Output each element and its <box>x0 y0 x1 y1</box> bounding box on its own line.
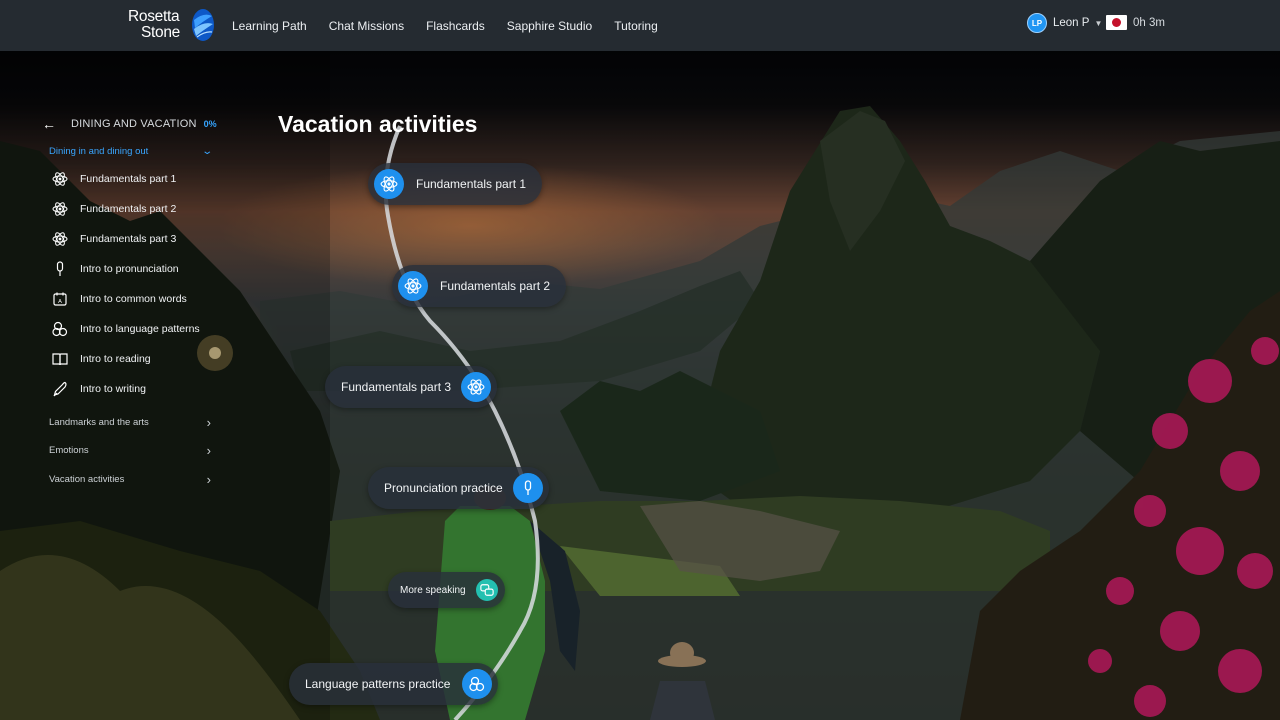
top-navigation-bar: Rosetta Stone Learning Path Chat Mission… <box>0 0 1280 51</box>
user-menu[interactable]: LP Leon P ▼ <box>1027 13 1102 33</box>
chevron-right-icon: › <box>206 472 211 487</box>
section-label: Dining in and dining out <box>49 146 149 157</box>
chevron-right-icon: › <box>206 415 211 430</box>
puzzle-circles-icon <box>462 669 493 699</box>
node-label: Fundamentals part 3 <box>341 380 452 394</box>
sidebar-lesson-fundamentals-1[interactable]: Fundamentals part 1 <box>50 170 176 188</box>
lesson-label: Fundamentals part 2 <box>80 203 177 215</box>
lesson-label: Fundamentals part 3 <box>80 233 177 245</box>
lesson-label: Intro to language patterns <box>80 323 200 335</box>
path-node-fundamentals-2[interactable]: Fundamentals part 2 <box>392 265 567 307</box>
puzzle-circles-icon <box>50 320 70 338</box>
user-name: Leon P <box>1053 17 1090 29</box>
speech-bubbles-icon <box>475 579 498 601</box>
sidebar-lesson-intro-common-words[interactable]: A Intro to common words <box>50 290 187 308</box>
back-arrow-icon[interactable]: ← <box>42 116 64 132</box>
atom-icon <box>50 230 70 248</box>
path-node-pronunciation-practice[interactable]: Pronunciation practice <box>368 467 549 509</box>
nav-learning-path[interactable]: Learning Path <box>232 19 307 33</box>
lesson-label: Fundamentals part 1 <box>80 173 177 185</box>
sidebar-lesson-intro-writing[interactable]: Intro to writing <box>50 380 146 398</box>
calendar-word-icon: A <box>50 290 70 308</box>
nav-flashcards[interactable]: Flashcards <box>426 19 485 33</box>
lesson-label: Intro to reading <box>80 353 151 365</box>
nav-chat-missions[interactable]: Chat Missions <box>329 19 404 33</box>
logo-line-2: Stone <box>141 24 181 41</box>
chevron-right-icon: › <box>206 443 211 458</box>
node-label: Fundamentals part 2 <box>440 279 551 293</box>
microphone-icon <box>512 473 543 503</box>
study-timer: 0h 3m <box>1133 17 1165 29</box>
section-label: Emotions <box>49 445 89 456</box>
unit-progress-percent: 0% <box>203 119 217 129</box>
unit-title: DINING AND VACATION <box>71 118 197 130</box>
chevron-down-icon: ▼ <box>1094 18 1103 28</box>
sidebar-lesson-intro-language-patterns[interactable]: Intro to language patterns <box>50 320 200 338</box>
atom-icon <box>50 200 70 218</box>
lesson-label: Intro to common words <box>80 293 187 305</box>
microphone-icon <box>50 260 70 278</box>
nav-sapphire-studio[interactable]: Sapphire Studio <box>507 19 592 33</box>
unit-header: ← DINING AND VACATION 0% <box>42 116 222 132</box>
section-emotions[interactable]: Emotions › <box>49 443 211 458</box>
rosetta-stone-logo[interactable]: Rosetta Stone <box>128 6 218 44</box>
section-vacation-activities[interactable]: Vacation activities › <box>49 472 211 487</box>
logo-crystal-icon <box>192 9 214 41</box>
chevron-down-icon: ⌄ <box>200 146 213 157</box>
node-label: More speaking <box>400 584 466 596</box>
book-icon <box>50 350 70 368</box>
atom-icon <box>461 372 492 402</box>
section-dining-in-and-out[interactable]: Dining in and dining out ⌄ <box>49 146 213 157</box>
section-label: Vacation activities <box>49 474 125 485</box>
pen-icon <box>50 380 70 398</box>
sidebar-lesson-fundamentals-2[interactable]: Fundamentals part 2 <box>50 200 176 218</box>
nav-tutoring[interactable]: Tutoring <box>614 19 658 33</box>
japan-flag-icon[interactable] <box>1106 15 1127 30</box>
atom-icon <box>398 271 428 301</box>
page-title: Vacation activities <box>278 111 478 137</box>
avatar: LP <box>1027 13 1047 33</box>
sidebar-lesson-intro-reading[interactable]: Intro to reading <box>50 350 151 368</box>
node-label: Pronunciation practice <box>384 481 503 495</box>
node-label: Language patterns practice <box>305 677 451 691</box>
sidebar-lesson-intro-pronunciation[interactable]: Intro to pronunciation <box>50 260 179 278</box>
section-landmarks-and-arts[interactable]: Landmarks and the arts › <box>49 415 211 430</box>
logo-wordmark: Rosetta Stone <box>128 9 180 41</box>
atom-icon <box>374 169 404 199</box>
lesson-label: Intro to pronunciation <box>80 263 179 275</box>
path-node-language-patterns-practice[interactable]: Language patterns practice <box>289 663 499 705</box>
main-nav: Learning Path Chat Missions Flashcards S… <box>232 0 680 51</box>
path-node-fundamentals-1[interactable]: Fundamentals part 1 <box>368 163 543 205</box>
svg-text:A: A <box>58 299 62 305</box>
sidebar-lesson-fundamentals-3[interactable]: Fundamentals part 3 <box>50 230 176 248</box>
path-node-fundamentals-3[interactable]: Fundamentals part 3 <box>325 366 498 408</box>
lesson-label: Intro to writing <box>80 383 146 395</box>
logo-line-1: Rosetta <box>128 8 180 25</box>
section-label: Landmarks and the arts <box>49 417 149 428</box>
path-node-more-speaking[interactable]: More speaking <box>388 572 505 608</box>
node-label: Fundamentals part 1 <box>416 177 527 191</box>
atom-icon <box>50 170 70 188</box>
